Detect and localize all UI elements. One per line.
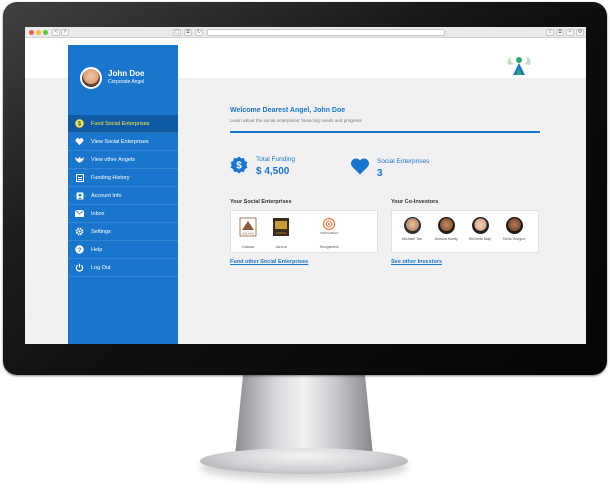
- enterprise-name: Kalasa: [242, 245, 254, 249]
- monitor-stand-base: [200, 448, 408, 474]
- sidebar-item-label: Funding History: [91, 175, 130, 181]
- user-name: John Doe: [108, 69, 145, 78]
- investor-avatar: [505, 217, 523, 234]
- sidebar: John Doe Corporate Angel $ Fund Social E…: [68, 45, 178, 344]
- sidebar-item-label: Account Info: [91, 193, 122, 199]
- investor-name: Jessica Hardy: [434, 237, 458, 241]
- enterprise-kalasa[interactable]: KALASA Kalasa: [233, 217, 263, 249]
- sidebar-item-label: Help: [91, 247, 103, 253]
- sidebar-item-inbox[interactable]: Inbox: [68, 205, 178, 223]
- svg-text:KALASA: KALASA: [242, 232, 254, 236]
- browser-toolbar: < > ▢ ⧉ ↻ ⇪ ⧉ + ⚙: [25, 27, 586, 38]
- social-enterprises-count: 3: [377, 168, 383, 179]
- your-enterprises-title: Your Social Enterprises: [230, 199, 292, 205]
- close-window-button[interactable]: [29, 30, 34, 35]
- sidebar-item-help[interactable]: ? Help: [68, 241, 178, 259]
- co-investors-title: Your Co-Investors: [391, 199, 439, 205]
- sidebar-item-label: Inbox: [91, 211, 105, 217]
- divider: [230, 131, 540, 133]
- dollar-badge-icon: $: [230, 156, 248, 174]
- investor-tania-wolgue[interactable]: Tania Wolgue: [498, 217, 530, 241]
- investor-name: Tania Wolgue: [502, 237, 526, 241]
- investor-michelle-may[interactable]: Michelle May: [464, 217, 496, 241]
- user-role: Corporate Angel: [108, 79, 145, 85]
- enterprise-torogamelo[interactable]: TOROGAMELO Torogamelo: [311, 217, 347, 249]
- minimize-window-button[interactable]: [36, 30, 41, 35]
- enterprise-name: Torogamelo: [319, 245, 339, 249]
- angel-wings-icon: [75, 155, 84, 164]
- forward-button[interactable]: >: [61, 29, 69, 36]
- screen: < > ▢ ⧉ ↻ ⇪ ⧉ + ⚙ John Doe Corporate Ang…: [25, 27, 586, 344]
- sidebar-item-view-other-angels[interactable]: View other Angels: [68, 151, 178, 169]
- page-subtitle: Learn about the social enterprises' fina…: [230, 118, 362, 123]
- share-button[interactable]: ⇪: [546, 29, 554, 36]
- sidebar-item-account-info[interactable]: Account Info: [68, 187, 178, 205]
- person-icon: [75, 191, 84, 200]
- tabs-overview-button[interactable]: ⧉: [184, 29, 192, 36]
- sidebar-item-funding-history[interactable]: Funding History: [68, 169, 178, 187]
- new-tab-button[interactable]: +: [566, 29, 574, 36]
- history-box-icon: [75, 173, 84, 182]
- investor-avatar: [471, 217, 489, 234]
- sidebar-item-label: Log Out: [91, 265, 111, 271]
- dollar-coin-icon: $: [75, 119, 84, 128]
- tabs-button[interactable]: ⧉: [556, 29, 564, 36]
- settings-button[interactable]: ⚙: [576, 29, 584, 36]
- maximize-window-button[interactable]: [43, 30, 48, 35]
- investor-jessica-hardy[interactable]: Jessica Hardy: [430, 217, 462, 241]
- investor-avatar: [403, 217, 421, 234]
- sidebar-item-label: Fund Social Enterprises: [91, 121, 150, 127]
- gear-icon: [75, 227, 84, 236]
- question-icon: ?: [75, 245, 84, 254]
- see-other-investors-link[interactable]: See other Investors: [391, 259, 442, 265]
- heart-icon: [351, 158, 369, 175]
- reader-button[interactable]: ↻: [195, 29, 203, 36]
- fund-other-enterprises-link[interactable]: Fund other Social Enterprises: [230, 259, 308, 265]
- sidebar-item-fund-social-enterprises[interactable]: $ Fund Social Enterprises: [68, 115, 178, 133]
- investor-name: Michelle May: [468, 237, 492, 241]
- sidebar-item-label: View Social Enterprises: [91, 139, 149, 145]
- svg-text:TOROGAMELO: TOROGAMELO: [320, 231, 339, 235]
- enterprise-name: Janina: [275, 245, 287, 249]
- social-enterprises-label: Social Enterprises: [377, 158, 430, 165]
- sidebar-item-view-social-enterprises[interactable]: View Social Enterprises: [68, 133, 178, 151]
- sidebar-item-label: Settings: [91, 229, 111, 235]
- svg-text:$: $: [236, 161, 242, 172]
- co-investors-card: Michael Tan Jessica Hardy Michelle May T…: [391, 210, 539, 253]
- page-title: Welcome Dearest Angel, John Doe: [230, 107, 346, 114]
- enterprise-janina[interactable]: JANINA Janina: [266, 217, 296, 249]
- torogamelo-logo-icon: TOROGAMELO: [320, 217, 339, 235]
- svg-text:JANINA: JANINA: [276, 231, 287, 235]
- sidebar-toggle-button[interactable]: ▢: [173, 29, 181, 36]
- total-funding-label: Total Funding: [256, 156, 296, 163]
- sidebar-item-log-out[interactable]: Log Out: [68, 259, 178, 277]
- investor-name: Michael Tan: [401, 237, 423, 241]
- sidebar-item-settings[interactable]: Settings: [68, 223, 178, 241]
- janina-logo-icon: JANINA: [273, 218, 289, 236]
- heart-icon: [75, 137, 84, 146]
- svg-text:?: ?: [78, 248, 82, 254]
- back-button[interactable]: <: [52, 29, 60, 36]
- total-funding-value: $ 4,500: [256, 166, 290, 177]
- sidebar-item-label: View other Angels: [91, 157, 135, 163]
- power-icon: [75, 263, 84, 272]
- investor-michael-tan[interactable]: Michael Tan: [396, 217, 428, 241]
- angel-logo-icon[interactable]: [505, 51, 533, 79]
- enterprises-card: KALASA Kalasa JANINA Janina TOROGAMELO T…: [230, 210, 378, 253]
- kalasa-logo-icon: KALASA: [239, 217, 257, 237]
- envelope-icon: [75, 209, 84, 218]
- monitor-stand-neck: [235, 372, 373, 456]
- address-bar[interactable]: [207, 29, 445, 36]
- avatar[interactable]: [80, 67, 102, 89]
- investor-avatar: [437, 217, 455, 234]
